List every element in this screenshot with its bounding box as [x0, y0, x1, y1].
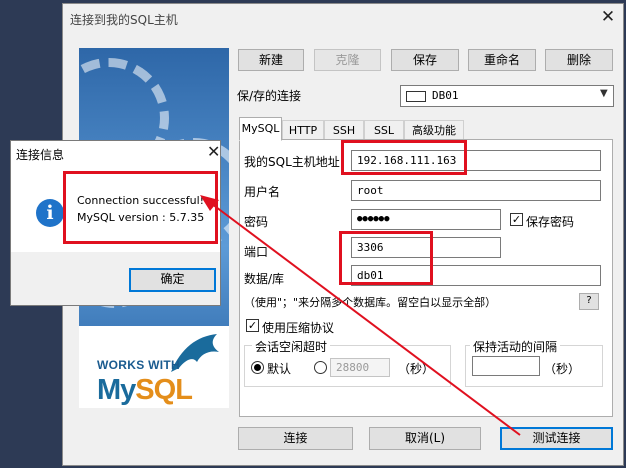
host-highlight [341, 140, 467, 175]
window-title: 连接到我的SQL主机 [70, 13, 178, 27]
saved-connection-label: 保/存的连接 [237, 89, 302, 103]
password-input[interactable]: ●●●●●● [351, 209, 501, 230]
close-icon[interactable]: ✕ [598, 7, 618, 27]
tab-http[interactable]: HTTP [282, 120, 324, 140]
compression-checkbox[interactable]: ✓ [246, 319, 259, 332]
save-password-checkbox[interactable]: ✓ [510, 213, 523, 226]
idle-unit-label: （秒） [398, 362, 435, 376]
test-connection-button[interactable]: 测试连接 [500, 427, 613, 450]
saved-connection-select[interactable]: DB01 ▼ [400, 85, 614, 107]
username-input[interactable]: root [351, 180, 601, 201]
save-password-label: 保存密码 [526, 215, 575, 229]
message-highlight [63, 171, 218, 244]
idle-default-radio[interactable] [251, 361, 264, 374]
connection-color-swatch [406, 91, 426, 102]
tab-ssl[interactable]: SSL [364, 120, 404, 140]
port-label: 端口 [244, 245, 269, 259]
rename-button[interactable]: 重命名 [468, 49, 536, 71]
idle-default-label: 默认 [267, 362, 292, 376]
tab-mysql[interactable]: MySQL [239, 117, 282, 141]
host-label: 我的SQL主机地址 [244, 155, 340, 169]
works-with-text: WORKS WITH [97, 358, 180, 372]
mysql-logo: MySQL [97, 374, 193, 406]
idle-timeout-input[interactable]: 28800 [330, 358, 390, 377]
close-icon[interactable]: ✕ [207, 142, 220, 161]
dialog-footer: 确定 [11, 252, 220, 305]
help-button[interactable]: ? [579, 293, 599, 310]
keepalive-unit-label: （秒） [544, 362, 581, 376]
password-label: 密码 [244, 215, 269, 229]
username-label: 用户名 [244, 185, 281, 199]
compression-label: 使用压缩协议 [262, 321, 335, 335]
tab-advanced[interactable]: 高级功能 [404, 120, 464, 140]
keepalive-input[interactable] [472, 356, 540, 376]
keepalive-title: 保持活动的间隔 [470, 338, 561, 355]
info-icon: i [36, 199, 64, 227]
dialog-title: 连接信息 [16, 148, 65, 162]
saved-connection-value: DB01 [432, 89, 459, 102]
delete-button[interactable]: 删除 [545, 49, 613, 71]
port-db-highlight [339, 231, 433, 285]
clone-button[interactable]: 克隆 [314, 49, 381, 71]
save-button[interactable]: 保存 [391, 49, 459, 71]
connection-info-dialog: 连接信息 ✕ i Connection successful! MySQL ve… [10, 140, 221, 306]
new-button[interactable]: 新建 [238, 49, 304, 71]
ok-button[interactable]: 确定 [129, 268, 216, 292]
tab-ssh[interactable]: SSH [324, 120, 364, 140]
idle-custom-radio[interactable] [314, 361, 327, 374]
database-hint-text: （使用"；"来分隔多个数据库。留空白以显示全部） [244, 296, 497, 309]
chevron-down-icon[interactable]: ▼ [600, 88, 608, 99]
idle-timeout-title: 会话空闲超时 [252, 338, 331, 355]
database-label: 数据/库 [244, 272, 285, 286]
connect-button[interactable]: 连接 [238, 427, 353, 450]
cancel-button[interactable]: 取消(L) [369, 427, 481, 450]
